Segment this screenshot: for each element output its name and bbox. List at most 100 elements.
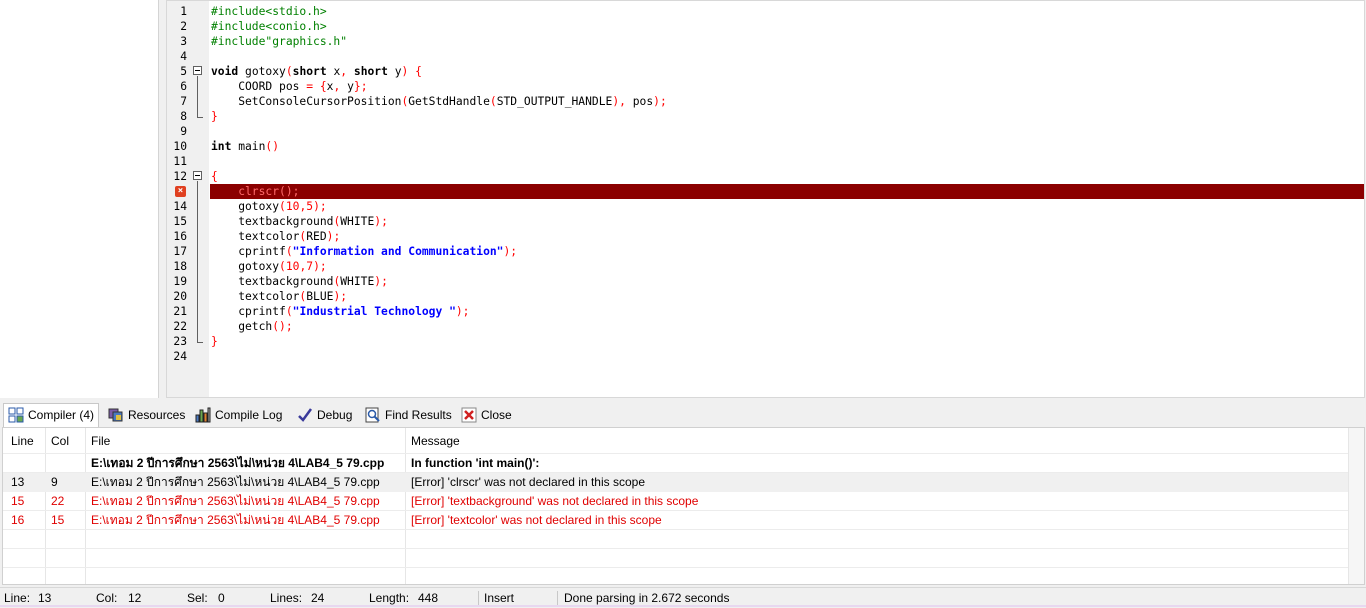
- code-token: );: [455, 305, 470, 318]
- code-token: }: [211, 335, 218, 348]
- tab-resources[interactable]: Resources: [104, 404, 189, 426]
- cell-col: 9: [51, 475, 58, 489]
- tab-debug[interactable]: Debug: [293, 404, 356, 426]
- code-token: textbackground: [211, 215, 334, 228]
- compiler-grid-icon: [8, 407, 24, 423]
- cell-message: In function 'int main()':: [411, 456, 540, 470]
- code-token: ),: [612, 95, 626, 108]
- compile-log-chart-icon: [195, 407, 211, 423]
- code-line[interactable]: 10 int main(): [167, 139, 1364, 154]
- tab-debug-label: Debug: [317, 408, 353, 422]
- tab-find-results[interactable]: Find Results: [361, 404, 456, 426]
- table-row[interactable]: E:\เทอม 2 ปีการศึกษา 2563\ไม่\หน่วย 4\LA…: [3, 454, 1349, 473]
- code-line[interactable]: 16 textcolor(RED);: [167, 229, 1364, 244]
- code-token: textcolor: [211, 290, 300, 303]
- code-text: cprintf("Industrial Technology ");: [211, 304, 469, 319]
- header-message[interactable]: Message: [411, 428, 460, 454]
- code-token: {: [211, 170, 218, 183]
- tab-compiler-label: Compiler (4): [28, 408, 95, 422]
- code-text: #include"graphics.h": [211, 34, 347, 49]
- fold-collapse-icon[interactable]: [192, 64, 206, 79]
- code-line[interactable]: 9: [167, 124, 1364, 139]
- code-line[interactable]: 23}: [167, 334, 1364, 349]
- fold-guide-line: [192, 259, 206, 274]
- code-token: (: [489, 95, 497, 108]
- table-row[interactable]: 13 9 E:\เทอม 2 ปีการศึกษา 2563\ไม่\หน่วย 4…: [3, 473, 1349, 492]
- error-marker-icon[interactable]: ×: [175, 186, 186, 197]
- code-token: clrscr: [211, 185, 280, 198]
- line-number: 3: [180, 35, 187, 48]
- fold-guide-line: [192, 304, 206, 319]
- code-line[interactable]: 22 getch();: [167, 319, 1364, 334]
- header-line[interactable]: Line: [11, 428, 34, 454]
- code-token: ();: [279, 185, 300, 198]
- line-number: 15: [173, 215, 187, 228]
- compiler-results-table[interactable]: Line Col File Message E:\เทอม 2 ปีการศึก…: [2, 427, 1365, 585]
- cell-line: 16: [11, 513, 25, 527]
- header-col[interactable]: Col: [51, 428, 69, 454]
- code-line[interactable]: 1 #include<stdio.h>: [167, 4, 1364, 19]
- fold-guide-line: [192, 184, 206, 199]
- code-text: clrscr();: [211, 184, 299, 199]
- code-line[interactable]: 19 textbackground(WHITE);: [167, 274, 1364, 289]
- code-token: );: [313, 260, 327, 273]
- code-token: BLUE: [306, 290, 334, 303]
- code-token: main: [231, 140, 266, 153]
- tab-close[interactable]: Close: [457, 404, 516, 426]
- code-line[interactable]: 6 COORD pos = {x, y};: [167, 79, 1364, 94]
- fold-guide-line: [192, 79, 206, 94]
- code-line[interactable]: 8}: [167, 109, 1364, 124]
- project-browser-pane[interactable]: [0, 0, 159, 398]
- code-text: {: [211, 169, 218, 184]
- line-number: 4: [180, 50, 187, 63]
- code-line[interactable]: 17 cprintf("Information and Communicatio…: [167, 244, 1364, 259]
- debug-check-icon: [297, 407, 313, 423]
- code-line[interactable]: 20 textcolor(BLUE);: [167, 289, 1364, 304]
- tab-find-results-label: Find Results: [385, 408, 452, 422]
- pane-splitter[interactable]: [159, 0, 166, 398]
- code-line[interactable]: 12 {: [167, 169, 1364, 184]
- code-text: textcolor(BLUE);: [211, 289, 347, 304]
- code-editor[interactable]: 1 #include<stdio.h> 2 #include<conio.h> 3 #in…: [166, 0, 1365, 398]
- code-text: gotoxy(10,7);: [211, 259, 327, 274]
- code-token: {: [319, 80, 327, 93]
- fold-collapse-icon[interactable]: [192, 169, 206, 184]
- tab-compile-log[interactable]: Compile Log: [191, 404, 286, 426]
- code-text: int main(): [211, 139, 279, 154]
- code-line[interactable]: 3 #include"graphics.h": [167, 34, 1364, 49]
- code-token: short: [292, 65, 327, 78]
- fold-end-icon: [192, 334, 206, 349]
- code-token: };: [353, 80, 368, 93]
- table-row[interactable]: 15 22 E:\เทอม 2 ปีการศึกษา 2563\ไม่\หน่วย …: [3, 492, 1349, 511]
- cell-col: 15: [51, 513, 65, 527]
- code-line[interactable]: 5 void gotoxy(short x, short y) {: [167, 64, 1364, 79]
- code-token: (: [285, 305, 293, 318]
- code-lines[interactable]: 1 #include<stdio.h> 2 #include<conio.h> 3 #in…: [167, 4, 1364, 364]
- code-token: textcolor: [211, 230, 300, 243]
- code-line-error[interactable]: × clrscr();: [167, 184, 1364, 199]
- code-line[interactable]: 21 cprintf("Industrial Technology ");: [167, 304, 1364, 319]
- code-line[interactable]: 24: [167, 349, 1364, 364]
- code-text: void gotoxy(short x, short y) {: [211, 64, 422, 79]
- code-token: ();: [272, 320, 293, 333]
- fold-guide-line: [192, 214, 206, 229]
- code-token: (): [265, 140, 280, 153]
- line-number: 6: [180, 80, 187, 93]
- code-line[interactable]: 7 SetConsoleCursorPosition(GetStdHandle(…: [167, 94, 1364, 109]
- code-token: x: [326, 65, 341, 78]
- table-row[interactable]: 16 15 E:\เทอม 2 ปีการศึกษา 2563\ไม่\หน่วย …: [3, 511, 1349, 530]
- code-line[interactable]: 4: [167, 49, 1364, 64]
- header-file[interactable]: File: [91, 428, 110, 454]
- code-token: GetStdHandle: [408, 95, 490, 108]
- code-line[interactable]: 15 textbackground(WHITE);: [167, 214, 1364, 229]
- results-scrollbar[interactable]: [1348, 428, 1364, 584]
- code-line[interactable]: 18 gotoxy(10,7);: [167, 259, 1364, 274]
- code-text: gotoxy(10,5);: [211, 199, 326, 214]
- tab-compiler[interactable]: Compiler (4): [3, 403, 100, 428]
- line-number: 24: [173, 350, 187, 363]
- code-line[interactable]: 2 #include<conio.h>: [167, 19, 1364, 34]
- code-token: (: [279, 200, 286, 213]
- code-line[interactable]: 11: [167, 154, 1364, 169]
- cell-file: E:\เทอม 2 ปีการศึกษา 2563\ไม่\หน่วย 4\LA…: [91, 494, 380, 508]
- code-line[interactable]: 14 gotoxy(10,5);: [167, 199, 1364, 214]
